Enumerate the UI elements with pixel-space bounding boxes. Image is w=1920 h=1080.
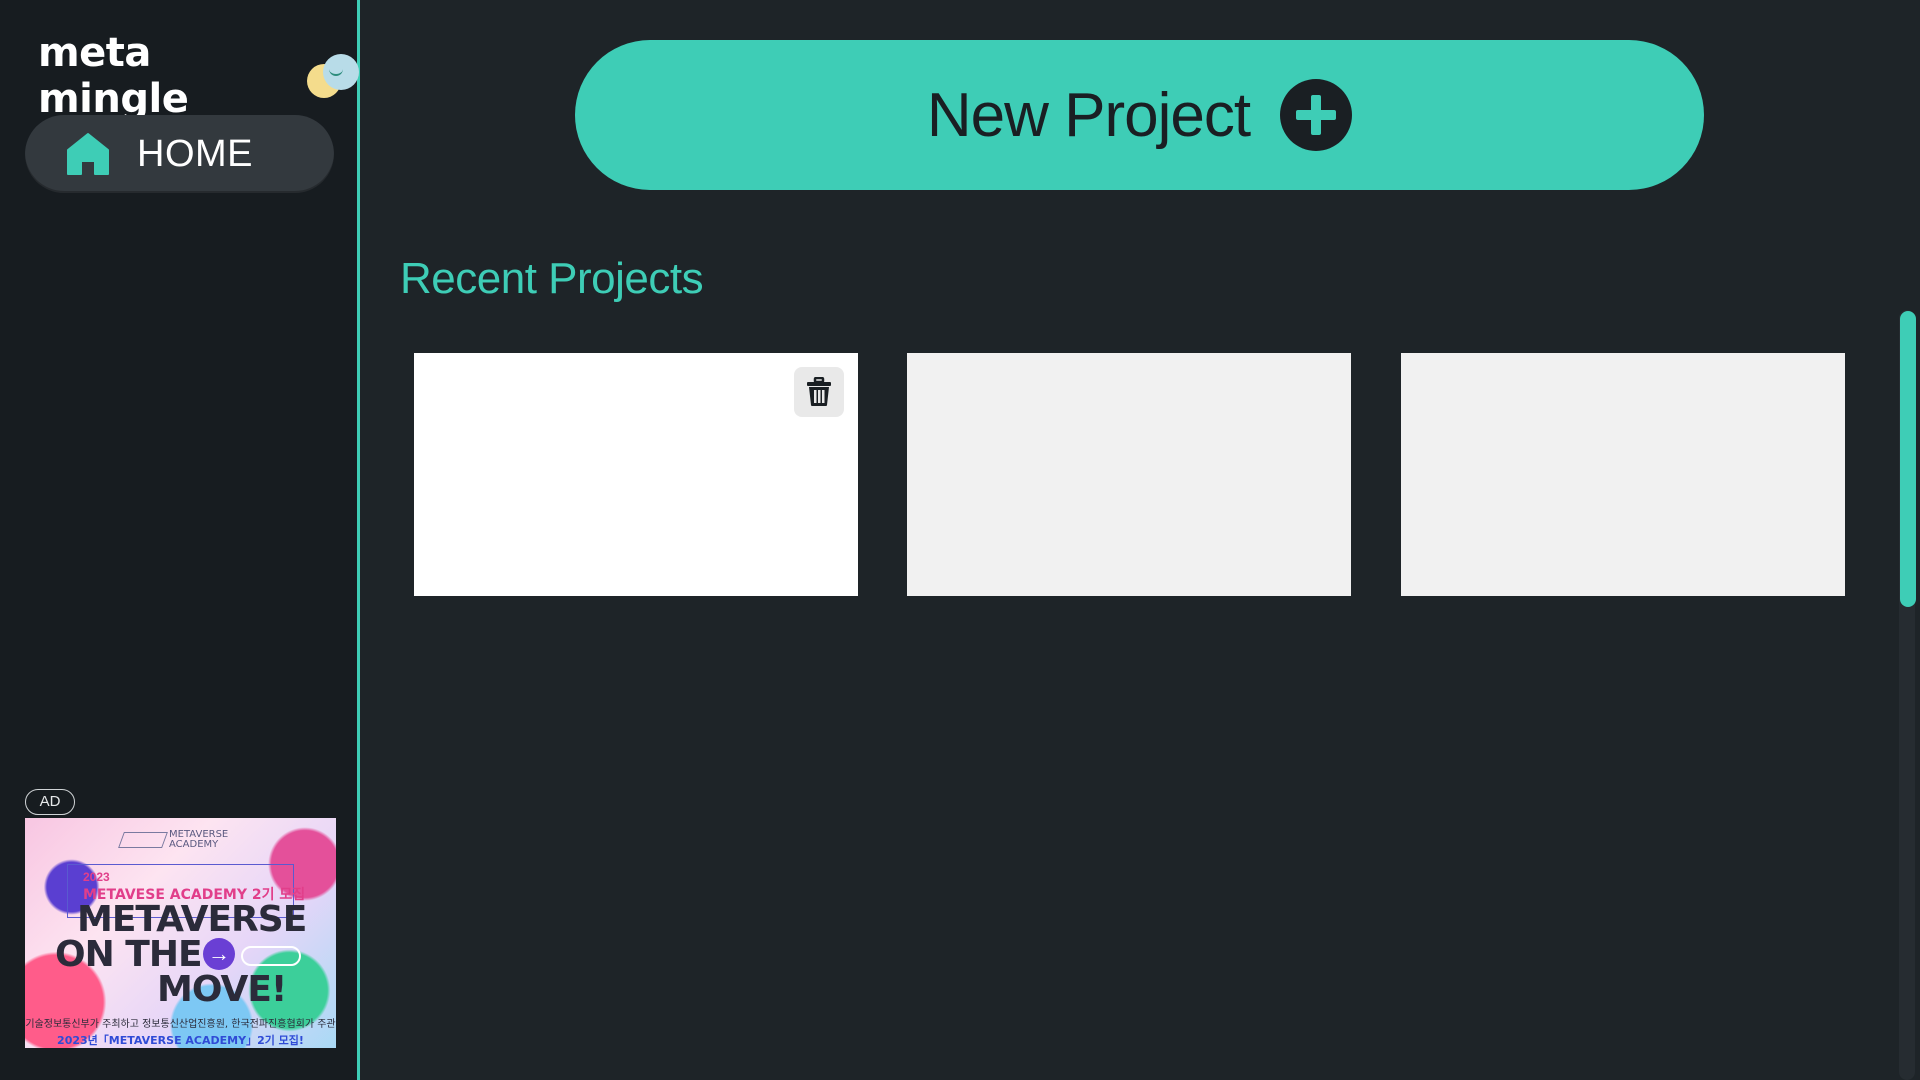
plus-circle-icon	[1280, 79, 1353, 151]
ad-headline-2: ON THE	[55, 934, 203, 975]
ad-year: 2023	[83, 870, 110, 884]
project-card[interactable]	[414, 353, 858, 596]
home-button[interactable]: HOME	[25, 115, 334, 193]
ad-headline-1: METAVERSE	[77, 899, 307, 940]
ad-footer-cta: 2023년「METAVERSE ACADEMY」2기 모집!	[57, 1034, 304, 1047]
ad-banner[interactable]: METAVERSE ACADEMY 2023 METAVESE ACADEMY 2…	[25, 818, 336, 1048]
home-label: HOME	[137, 132, 253, 175]
recent-projects-title: Recent Projects	[400, 254, 704, 303]
trash-icon	[807, 377, 831, 406]
app-logo[interactable]: meta mingle	[38, 30, 359, 122]
academy-logo: METAVERSE ACADEMY	[118, 830, 228, 850]
ad-footer: 기술정보통신부가 주최하고 정보통신산업진흥원, 한국전파진흥협회가 주관	[25, 1019, 336, 1030]
ad-badge: AD	[25, 789, 75, 815]
delete-project-button[interactable]	[794, 367, 844, 417]
ad-headline-3: MOVE!	[157, 969, 287, 1010]
new-project-button[interactable]: New Project	[575, 40, 1704, 190]
scrollbar-thumb[interactable]	[1900, 311, 1916, 607]
chat-bubbles-icon	[305, 52, 359, 100]
new-project-label: New Project	[926, 80, 1251, 150]
arrow-right-icon: →	[203, 938, 235, 970]
sidebar: meta mingle HOME AD METAVERSE ACADEMY 202…	[0, 0, 360, 1080]
project-card[interactable]	[907, 353, 1351, 596]
project-card[interactable]	[1401, 353, 1845, 596]
home-icon	[67, 133, 109, 175]
main-content: New Project Recent Projects	[363, 0, 1920, 1080]
logo-text: meta mingle	[38, 30, 189, 122]
pill-decoration	[241, 946, 301, 966]
